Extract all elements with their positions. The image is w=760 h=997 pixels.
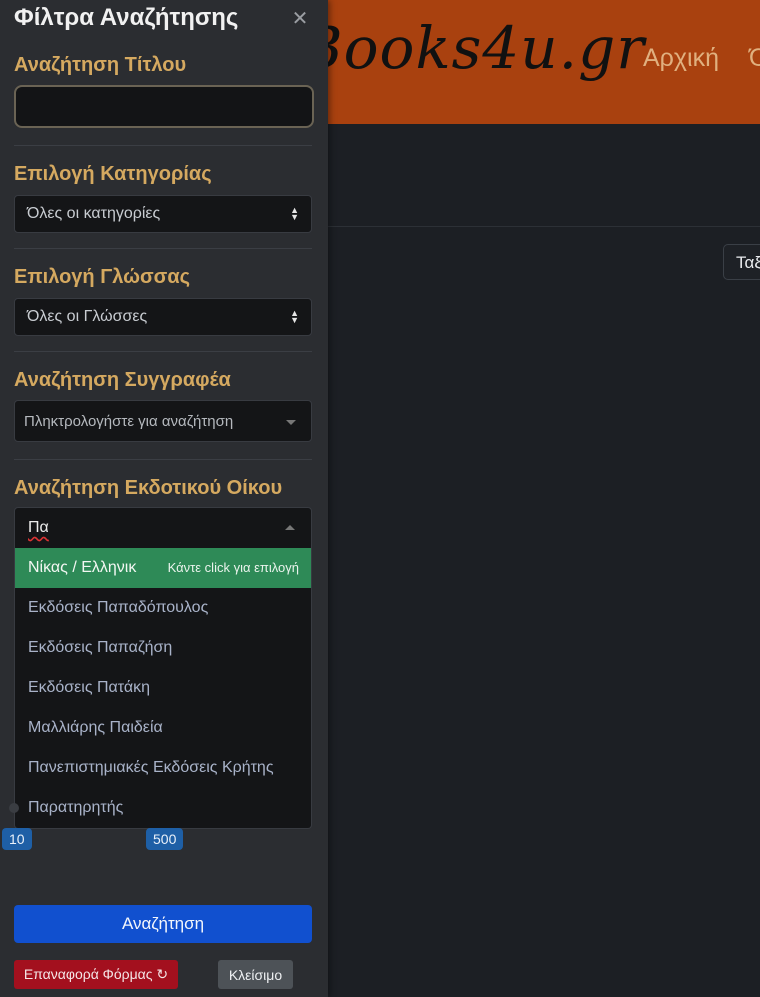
select-caret-icon: ▲ ▼ [290, 205, 299, 222]
nav-home[interactable]: Αρχική [643, 44, 719, 73]
range-max-badge: 500 [146, 828, 184, 850]
divider [14, 248, 312, 249]
range-slider-handle[interactable] [9, 803, 19, 813]
publisher-option[interactable]: Εκδόσεις Πατάκη [15, 668, 311, 708]
publisher-search-input[interactable]: Πα [14, 507, 312, 549]
divider [14, 145, 312, 146]
option-label: Νίκας / Ελληνικ [28, 559, 137, 576]
category-selected: Όλες οι κατηγορίες [27, 205, 161, 222]
divider [14, 459, 312, 460]
publisher-option-highlighted[interactable]: Νίκας / Ελληνικ Κάντε click για επιλογή [15, 548, 311, 588]
close-button[interactable]: Κλείσιμο [218, 960, 293, 989]
chevron-up-icon [285, 525, 295, 530]
publisher-dropdown: Νίκας / Ελληνικ Κάντε click για επιλογή … [14, 548, 312, 829]
range-min-badge: 10 [2, 828, 32, 850]
close-icon[interactable]: ✕ [291, 8, 309, 28]
sort-select[interactable]: Ταξινόμηση [723, 244, 760, 280]
option-hint: Κάντε click για επιλογή [167, 560, 299, 575]
author-placeholder: Πληκτρολογήστε για αναζήτηση [24, 413, 234, 430]
chevron-down-icon [286, 420, 296, 425]
category-select[interactable]: Όλες οι κατηγορίες ▲ ▼ [14, 195, 312, 233]
search-button[interactable]: Αναζήτηση [14, 905, 312, 943]
site-logo[interactable]: Books4u.gr [300, 14, 645, 82]
title-search-input[interactable] [14, 85, 314, 128]
nav-all[interactable]: Όλα [749, 44, 760, 73]
language-label: Επιλογή Γλώσσας [14, 266, 191, 288]
content-divider [328, 226, 760, 227]
select-caret-icon: ▲ ▼ [290, 308, 299, 325]
panel-title: Φίλτρα Αναζήτησης [14, 4, 239, 31]
reset-form-button[interactable]: Επαναφορά Φόρμας ↻ [14, 960, 178, 989]
publisher-option[interactable]: Εκδόσεις Παπαζήση [15, 628, 311, 668]
author-select[interactable]: Πληκτρολογήστε για αναζήτηση [14, 400, 312, 442]
publisher-option[interactable]: Εκδόσεις Παπαδόπουλος [15, 588, 311, 628]
author-label: Αναζήτηση Συγγραφέα [14, 369, 231, 391]
publisher-typed-text: Πα [28, 519, 49, 536]
language-select[interactable]: Όλες οι Γλώσσες ▲ ▼ [14, 298, 312, 336]
title-search-label: Αναζήτηση Τίτλου [14, 54, 187, 76]
category-label: Επιλογή Κατηγορίας [14, 163, 212, 185]
publisher-label: Αναζήτηση Εκδοτικού Οίκου [14, 477, 283, 499]
publisher-option[interactable]: Μαλλιάρης Παιδεία [15, 708, 311, 748]
divider [14, 351, 312, 352]
publisher-option[interactable]: Πανεπιστημιακές Εκδόσεις Κρήτης [15, 748, 311, 788]
publisher-option[interactable]: Παρατηρητής [15, 788, 311, 828]
language-selected: Όλες οι Γλώσσες [27, 308, 148, 325]
filters-panel: Φίλτρα Αναζήτησης ✕ Αναζήτηση Τίτλου Επι… [0, 0, 328, 997]
